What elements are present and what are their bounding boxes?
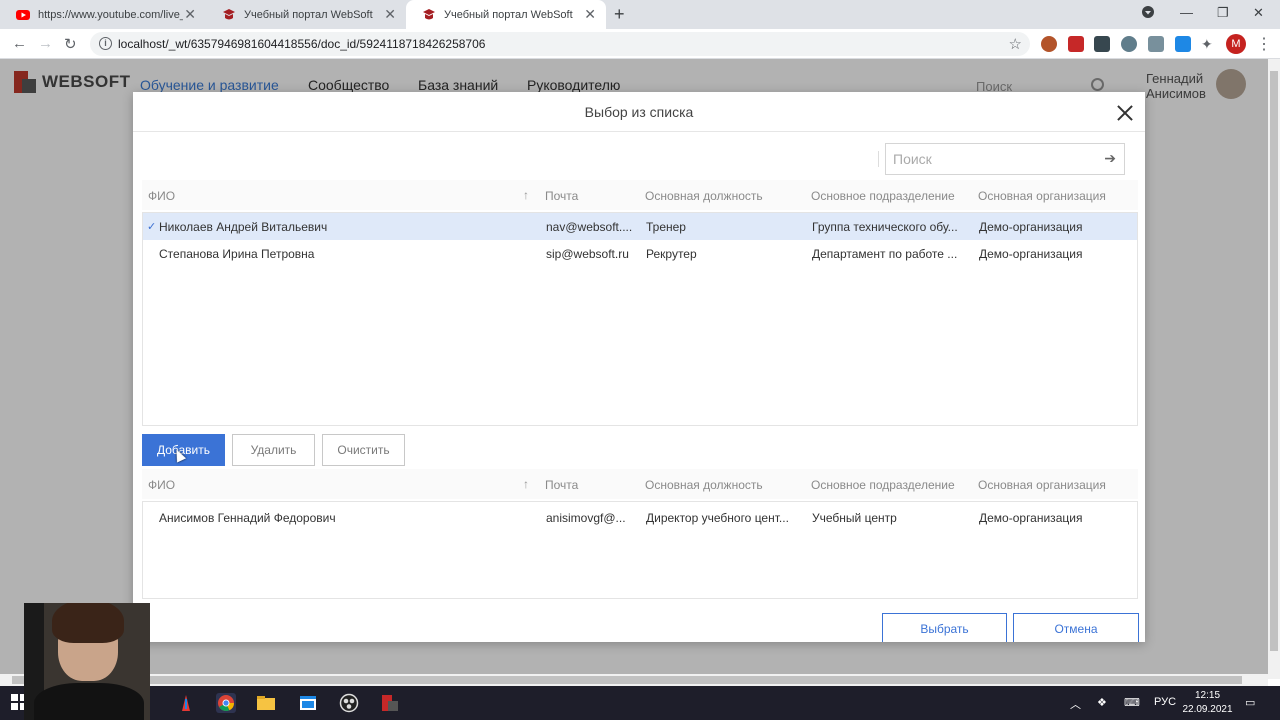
column-header-email[interactable]: Почта [545,189,578,203]
extension-icon[interactable] [1094,36,1110,52]
column-header-position[interactable]: Основная должность [645,189,763,203]
webcam-overlay [24,603,150,720]
websoft-icon [222,8,236,22]
more-menu-icon[interactable]: ⋮ [1256,34,1272,54]
app-icon[interactable] [176,693,196,713]
column-header-name[interactable]: ФИО [148,189,175,203]
windows-taskbar: ︿ ❖ ⌨ РУС 12:15 22.09.2021 ▭ [0,686,1280,720]
add-button[interactable]: Добавить [142,434,225,466]
chosen-table-header: ФИО ↑ Почта Основная должность Основное … [142,469,1138,499]
browser-tab-websoft-2[interactable]: Учебный портал WebSoft ✕ [406,0,606,29]
cell-email: nav@websoft.... [546,220,633,234]
browser-tab-youtube[interactable]: https://www.youtube.com/live_c ✕ [0,0,206,29]
dialog-search: ➔ [885,143,1125,175]
tab-title: https://www.youtube.com/live_c [38,8,183,21]
select-from-list-dialog: Выбор из списка ➔ ФИО ↑ Почта Основная д… [133,92,1145,642]
info-icon[interactable]: i [99,37,112,50]
window-app-icon[interactable] [298,693,318,713]
url-text: localhost/_wt/6357946981604418556/doc_id… [118,37,486,51]
forward-icon[interactable]: → [38,35,53,52]
new-tab-icon[interactable]: + [614,4,625,25]
extension-icon[interactable] [1175,36,1191,52]
close-tab-icon[interactable]: ✕ [584,7,596,21]
search-input[interactable] [886,144,1086,174]
cell-name: Степанова Ирина Петровна [159,247,315,261]
websoft-icon [422,8,436,22]
extension-icon[interactable] [1068,36,1084,52]
page-vertical-scrollbar[interactable] [1268,59,1280,679]
close-tab-icon[interactable]: ✕ [384,7,396,21]
column-header-name[interactable]: ФИО [148,478,175,492]
maximize-icon[interactable]: ❐ [1217,5,1229,21]
back-icon[interactable]: ← [12,35,27,52]
address-bar[interactable]: i localhost/_wt/6357946981604418556/doc_… [90,32,1030,56]
cell-department: Учебный центр [812,511,897,525]
cell-organization: Демо-организация [979,247,1083,261]
column-header-organization[interactable]: Основная организация [978,189,1106,203]
column-header-department[interactable]: Основное подразделение [811,478,955,492]
chrome-icon[interactable] [216,693,236,713]
table-row[interactable]: ✓ Николаев Андрей Витальевич nav@websoft… [143,213,1137,240]
choose-button[interactable]: Выбрать [882,613,1007,642]
dialog-title: Выбор из списка [133,92,1145,132]
tab-title: Учебный портал WebSoft [444,8,573,21]
table-row[interactable]: Анисимов Геннадий Федорович anisimovgf@.… [143,504,1137,531]
close-window-icon[interactable]: ✕ [1253,5,1264,21]
keyboard-icon[interactable]: ⌨ [1124,696,1140,709]
column-header-position[interactable]: Основная должность [645,478,763,492]
close-icon[interactable] [1116,104,1134,122]
extension-icon[interactable] [1041,36,1057,52]
chosen-table: Анисимов Геннадий Федорович anisimovgf@.… [142,501,1138,599]
available-table-header: ФИО ↑ Почта Основная должность Основное … [142,180,1138,210]
divider [878,151,879,167]
column-header-department[interactable]: Основное подразделение [811,189,955,203]
youtube-icon [16,8,30,22]
remove-button[interactable]: Удалить [232,434,315,466]
cell-position: Директор учебного цент... [646,511,789,525]
clear-button[interactable]: Очистить [322,434,405,466]
checkmark-icon: ✓ [147,221,157,233]
tab-search-icon[interactable] [1142,6,1154,21]
browser-tab-websoft-1[interactable]: Учебный портал WebSoft ✕ [206,0,406,29]
browser-tab-bar: https://www.youtube.com/live_c ✕ Учебный… [0,0,1280,29]
cell-name: Николаев Андрей Витальевич [159,220,328,234]
close-tab-icon[interactable]: ✕ [184,7,196,21]
websoft-app-icon[interactable] [380,693,400,713]
browser-toolbar: ← → ↻ i localhost/_wt/635794698160441855… [0,29,1280,59]
sort-arrow-up-icon[interactable]: ↑ [523,477,529,491]
file-explorer-icon[interactable] [256,693,276,713]
notifications-icon[interactable]: ▭ [1245,696,1255,709]
cell-email: anisimovgf@... [546,511,626,525]
cell-organization: Демо-организация [979,220,1083,234]
table-row[interactable]: Степанова Ирина Петровна sip@websoft.ru … [143,240,1137,267]
tab-title: Учебный портал WebSoft [244,8,373,21]
cell-position: Рекрутер [646,247,697,261]
bookmark-star-icon[interactable]: ☆ [1009,35,1022,53]
clock[interactable]: 12:15 22.09.2021 [1180,689,1235,717]
cell-department: Департамент по работе ... [812,247,958,261]
arrow-right-icon[interactable]: ➔ [1104,150,1116,167]
profile-avatar[interactable]: M [1226,34,1246,54]
column-header-organization[interactable]: Основная организация [978,478,1106,492]
cell-name: Анисимов Геннадий Федорович [159,511,336,525]
available-table: ✓ Николаев Андрей Витальевич nav@websoft… [142,212,1138,426]
obs-icon[interactable] [339,693,359,713]
chevron-up-icon[interactable]: ︿ [1070,696,1081,712]
pocket-icon[interactable] [1121,36,1137,52]
page-horizontal-scrollbar[interactable] [0,674,1268,686]
cell-organization: Демо-организация [979,511,1083,525]
cell-email: sip@websoft.ru [546,247,629,261]
cancel-button[interactable]: Отмена [1013,613,1139,642]
puzzle-icon[interactable]: ✦ [1201,36,1217,52]
column-header-email[interactable]: Почта [545,478,578,492]
cell-position: Тренер [646,220,686,234]
minimize-icon[interactable]: — [1180,5,1193,20]
cell-department: Группа технического обу... [812,220,958,234]
extension-icon[interactable] [1148,36,1164,52]
language-indicator[interactable]: РУС [1154,696,1176,708]
dropbox-icon[interactable]: ❖ [1097,696,1107,709]
reload-icon[interactable]: ↻ [64,35,77,53]
sort-arrow-up-icon[interactable]: ↑ [523,188,529,202]
